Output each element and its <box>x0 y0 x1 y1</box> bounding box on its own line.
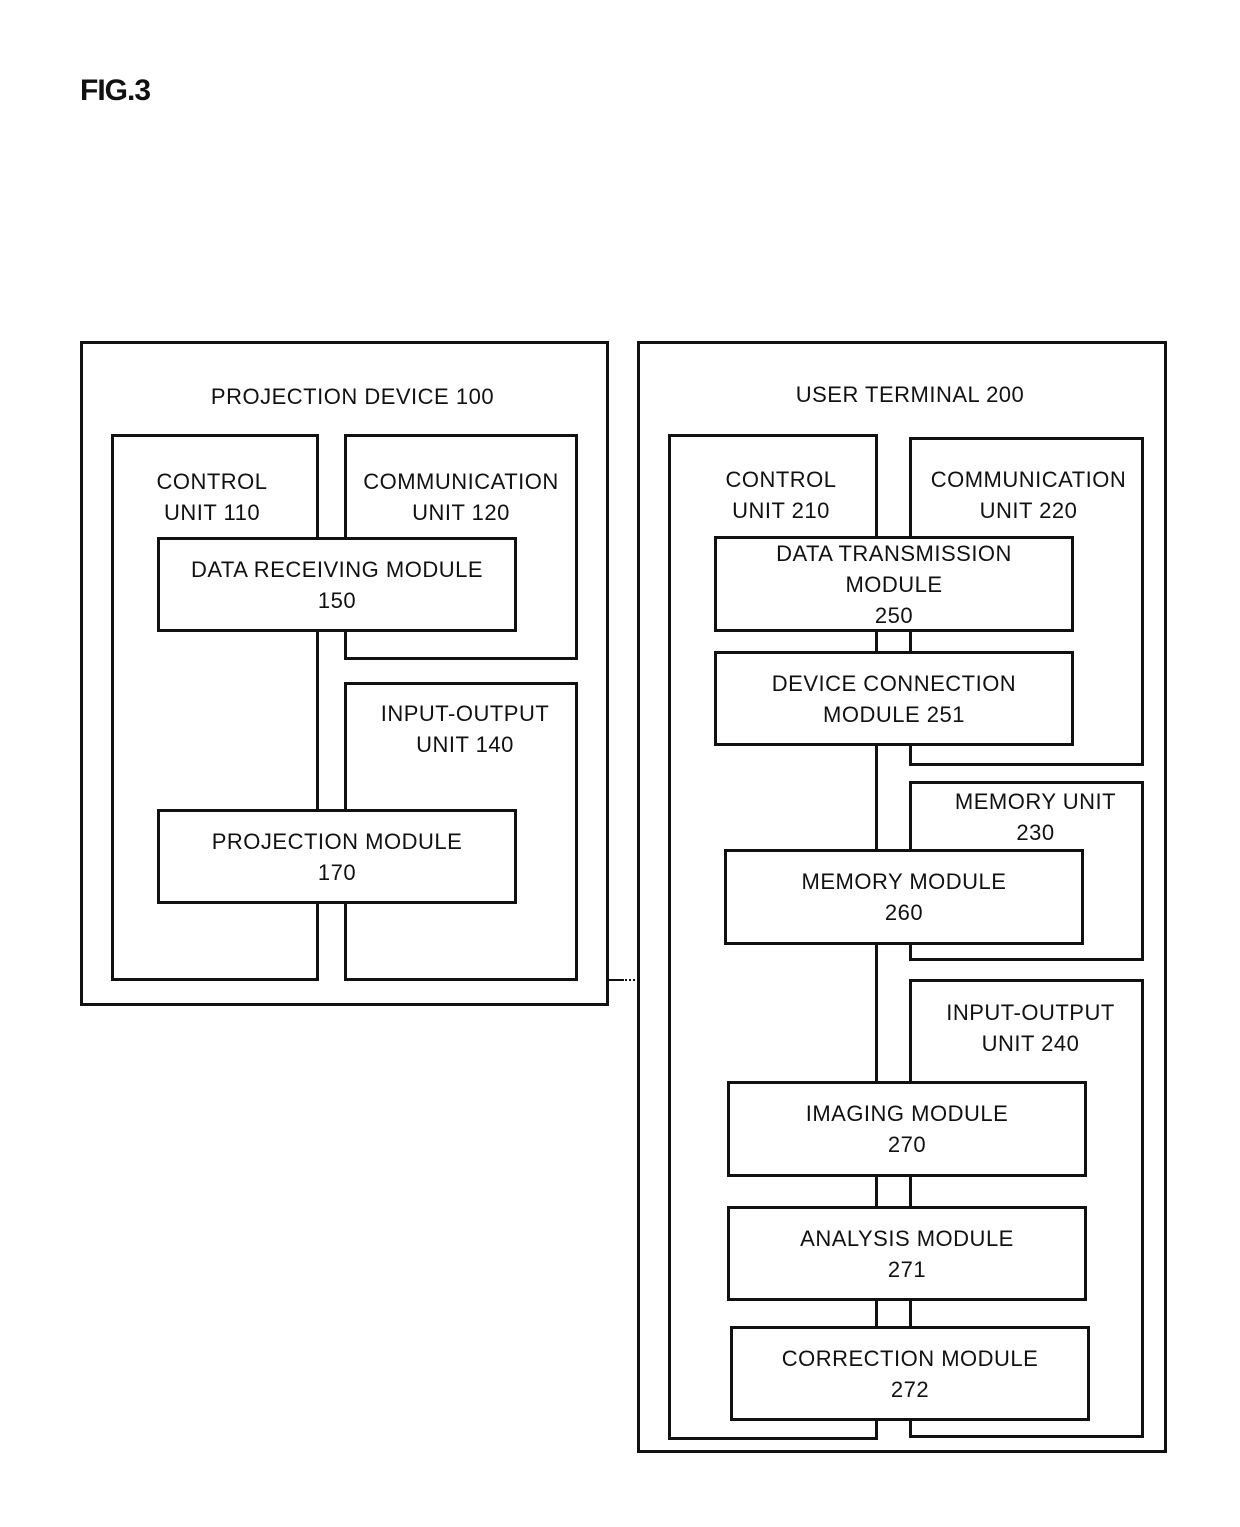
memory-module-260: MEMORY MODULE 260 <box>724 849 1084 945</box>
memory-unit-230-label: MEMORY UNIT 230 <box>954 789 1117 845</box>
communication-unit-120-label: COMMUNICATION UNIT 120 <box>363 469 559 525</box>
device-connection-module-251: DEVICE CONNECTION MODULE 251 <box>714 651 1074 746</box>
input-output-unit-140-label: INPUT-OUTPUT UNIT 140 <box>380 701 550 757</box>
projection-device-title: PROJECTION DEVICE 100 <box>210 384 495 409</box>
correction-module-272: CORRECTION MODULE 272 <box>730 1326 1090 1421</box>
figure-label: FIG.3 <box>80 74 151 107</box>
projection-module-170: PROJECTION MODULE 170 <box>157 809 517 904</box>
data-transmission-module-250: DATA TRANSMISSION MODULE 250 <box>714 536 1074 632</box>
analysis-module-271: ANALYSIS MODULE 271 <box>727 1206 1087 1301</box>
device-link-line <box>609 979 623 981</box>
input-output-unit-240-label: INPUT-OUTPUT UNIT 240 <box>946 1000 1115 1056</box>
control-unit-210-label: CONTROL UNIT 210 <box>725 467 837 523</box>
imaging-module-270: IMAGING MODULE 270 <box>727 1081 1087 1177</box>
communication-unit-220-label: COMMUNICATION UNIT 220 <box>930 467 1127 523</box>
control-unit-110-label: CONTROL UNIT 110 <box>156 469 268 525</box>
data-receiving-module-150: DATA RECEIVING MODULE 150 <box>157 537 517 632</box>
user-terminal-title: USER TERMINAL 200 <box>795 382 1025 407</box>
